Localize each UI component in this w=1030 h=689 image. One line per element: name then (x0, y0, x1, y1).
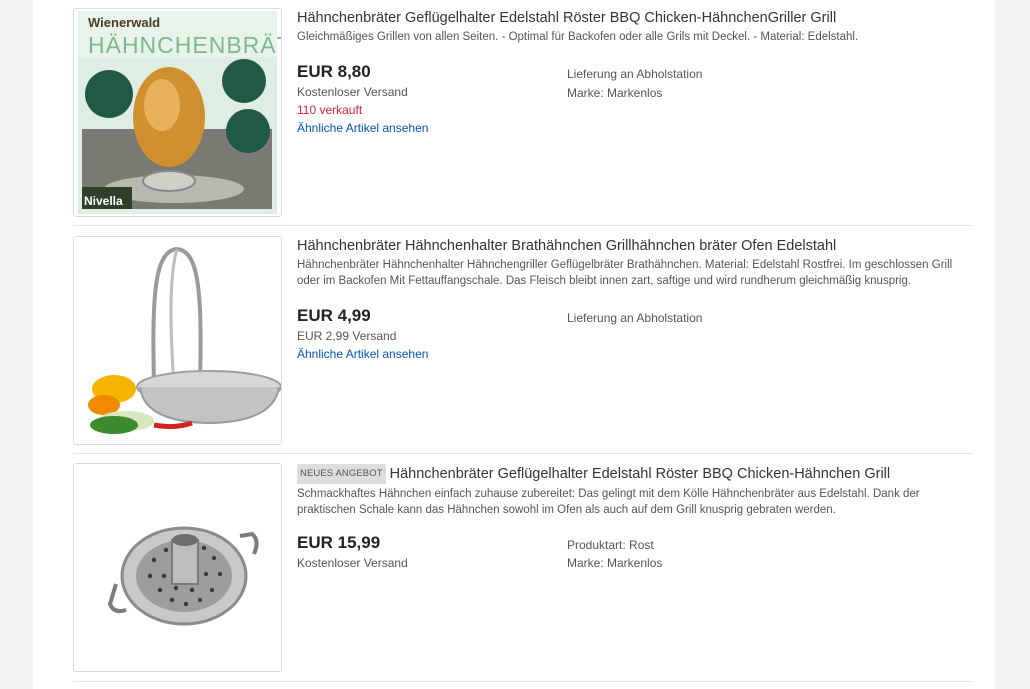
listing-image[interactable]: Wienerwald HÄHNCHENBRÄTER Nivella (73, 8, 282, 217)
box-maker: Nivella (84, 194, 123, 208)
roaster-pan-image (74, 464, 281, 671)
listing-info: Hähnchenbräter Geflügelhalter Edelstahl … (297, 8, 973, 135)
listing-product-type: Produktart: Rost (567, 538, 654, 552)
listing-price: EUR 4,99 (297, 306, 371, 325)
listing-item: NEUES ANGEBOT Hähnchenbräter Geflügelhalt… (73, 463, 973, 682)
listing-title[interactable]: NEUES ANGEBOT Hähnchenbräter Geflügelhalt… (297, 464, 973, 484)
listing-price: EUR 15,99 (297, 533, 381, 552)
box-product-name: HÄHNCHENBRÄTER (88, 32, 281, 58)
listing-description: Gleichmäßiges Grillen von allen Seiten. … (297, 31, 859, 43)
listing-item: Wienerwald HÄHNCHENBRÄTER Nivella Hähnch… (73, 8, 973, 226)
listing-brand: Marke: Markenlos (567, 86, 663, 100)
listing-price: EUR 8,80 (297, 62, 371, 81)
listing-shipping: Kostenloser Versand (297, 85, 408, 99)
listing-info: Hähnchenbräter Hähnchenhalter Brathähnch… (297, 236, 973, 361)
listing-shipping: Kostenloser Versand (297, 556, 408, 570)
similar-items-link[interactable]: Ähnliche Artikel ansehen (297, 347, 428, 361)
box-brand: Wienerwald (88, 15, 160, 30)
similar-items-link[interactable]: Ähnliche Artikel ansehen (297, 121, 428, 135)
listing-info: NEUES ANGEBOT Hähnchenbräter Geflügelhalt… (297, 463, 973, 570)
new-offer-badge: NEUES ANGEBOT (297, 464, 386, 484)
results-list: Wienerwald HÄHNCHENBRÄTER Nivella Hähnch… (33, 0, 995, 689)
listing-image[interactable] (73, 463, 282, 672)
roaster-stand-image (74, 237, 281, 444)
listing-title[interactable]: Hähnchenbräter Hähnchenhalter Brathähnch… (297, 237, 973, 255)
listing-sold-count: 110 verkauft (297, 103, 363, 117)
listing-title-text: Hähnchenbräter Geflügelhalter Edelstahl … (389, 466, 891, 482)
listing-delivery: Lieferung an Abholstation (567, 311, 703, 325)
listing-delivery: Lieferung an Abholstation (567, 67, 703, 81)
listing-image[interactable] (73, 236, 282, 445)
listing-item: Hähnchenbräter Hähnchenhalter Brathähnch… (73, 236, 973, 454)
listing-title[interactable]: Hähnchenbräter Geflügelhalter Edelstahl … (297, 9, 973, 27)
product-box-image: Wienerwald HÄHNCHENBRÄTER Nivella (78, 11, 281, 214)
listing-shipping: EUR 2,99 Versand (297, 329, 397, 343)
listing-brand: Marke: Markenlos (567, 556, 663, 570)
listing-description: Hähnchenbräter Hähnchenhalter Hähnchengr… (297, 259, 953, 287)
listing-description: Schmackhaftes Hähnchen einfach zuhause z… (297, 488, 920, 516)
